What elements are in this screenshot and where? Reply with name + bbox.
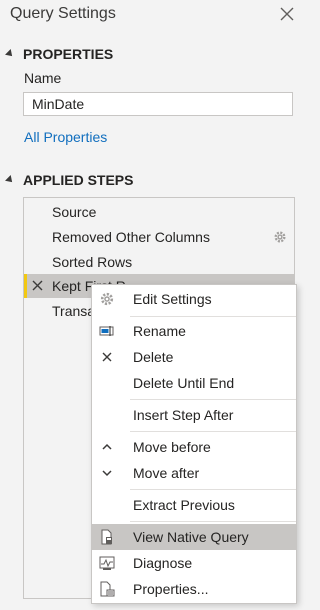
- name-input[interactable]: [23, 92, 293, 116]
- menu-item-view-native-query[interactable]: View Native Query: [92, 524, 296, 550]
- step-label: Transa: [52, 303, 96, 319]
- applied-steps-heading: APPLIED STEPS: [23, 172, 134, 188]
- panel-title: Query Settings: [10, 5, 116, 22]
- menu-item-label: Delete: [133, 349, 174, 365]
- menu-item-label: Extract Previous: [133, 497, 235, 513]
- all-properties-link[interactable]: All Properties: [24, 129, 107, 145]
- gear-icon[interactable]: [273, 230, 287, 244]
- menu-separator: [130, 489, 296, 490]
- menu-separator: [130, 521, 296, 522]
- rename-icon: [99, 326, 114, 336]
- menu-item-rename[interactable]: Rename: [92, 318, 296, 344]
- menu-separator: [130, 399, 296, 400]
- menu-item-insert-step-after[interactable]: Insert Step After: [92, 402, 296, 428]
- menu-item-edit-settings[interactable]: Edit Settings: [92, 286, 296, 312]
- delete-step-icon[interactable]: [31, 279, 44, 292]
- menu-item-move-after[interactable]: Move after: [92, 460, 296, 486]
- diagnose-icon: [99, 556, 115, 570]
- x-icon: [102, 352, 112, 362]
- menu-item-label: Properties...: [133, 581, 209, 597]
- step-label: Source: [52, 204, 97, 220]
- menu-item-label: Move before: [133, 439, 211, 455]
- menu-item-properties[interactable]: Properties...: [92, 576, 296, 602]
- menu-item-label: Edit Settings: [133, 291, 212, 307]
- step-label: Sorted Rows: [52, 254, 133, 270]
- properties-header[interactable]: PROPERTIES: [5, 46, 114, 62]
- menu-separator: [130, 431, 296, 432]
- menu-item-label: Insert Step After: [133, 407, 234, 423]
- menu-item-delete[interactable]: Delete: [92, 344, 296, 370]
- menu-separator: [130, 316, 296, 317]
- name-label: Name: [24, 70, 62, 86]
- properties-icon: [100, 581, 115, 597]
- menu-item-move-before[interactable]: Move before: [92, 434, 296, 460]
- step-source[interactable]: Source: [24, 200, 294, 224]
- menu-item-diagnose[interactable]: Diagnose: [92, 550, 296, 576]
- close-icon[interactable]: [278, 5, 296, 23]
- menu-item-label: Diagnose: [133, 555, 193, 571]
- step-context-menu: Edit Settings Rename Delete Delete Until…: [91, 284, 297, 604]
- step-removed-other-columns[interactable]: Removed Other Columns: [24, 225, 294, 249]
- native-query-icon: [101, 529, 112, 545]
- menu-item-extract-previous[interactable]: Extract Previous: [92, 492, 296, 518]
- step-label: Removed Other Columns: [52, 229, 210, 245]
- chevron-up-icon: [102, 443, 112, 450]
- menu-item-label: Move after: [133, 465, 200, 481]
- menu-item-label: Rename: [133, 323, 186, 339]
- menu-item-delete-until-end[interactable]: Delete Until End: [92, 370, 296, 396]
- chevron-down-icon: [102, 470, 112, 477]
- collapse-caret-icon: [5, 49, 15, 59]
- applied-steps-header[interactable]: APPLIED STEPS: [5, 172, 134, 188]
- gear-icon: [100, 292, 114, 306]
- step-sorted-rows[interactable]: Sorted Rows: [24, 250, 294, 274]
- properties-heading: PROPERTIES: [23, 46, 114, 62]
- menu-item-label: View Native Query: [133, 529, 249, 545]
- menu-item-label: Delete Until End: [133, 375, 235, 391]
- collapse-caret-icon: [5, 175, 15, 185]
